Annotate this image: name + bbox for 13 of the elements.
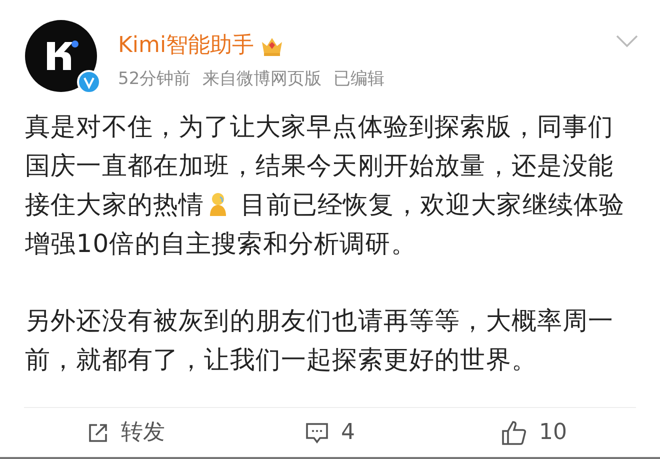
like-action[interactable]: 10 (432, 416, 636, 449)
post-time: 52分钟前 (118, 69, 191, 89)
share-icon (87, 422, 109, 444)
comment-icon (305, 420, 329, 444)
thumbs-up-icon (501, 420, 527, 446)
edited-label: 已编辑 (334, 69, 385, 89)
post-source: 来自微博网页版 (202, 69, 322, 89)
repost-action[interactable]: 转发 (24, 416, 228, 449)
post-paragraph: 真是对不住，为了让大家早点体验到探索版，同事们国庆一直都在加班，结果今天刚开始放量，还是没能接住大家的热情 目前已经恢复，欢迎大家继续体验增强10倍的自主搜索和分析调研。 (25, 111, 626, 260)
comment-action[interactable]: 4 (228, 416, 432, 449)
chevron-down-icon[interactable] (616, 34, 638, 48)
post-paragraph: 另外还没有被灰到的朋友们也请再等等，大概率周一前，就都有了，让我们一起探索更好的世界。 (25, 305, 615, 376)
avatar-logo (25, 20, 97, 92)
